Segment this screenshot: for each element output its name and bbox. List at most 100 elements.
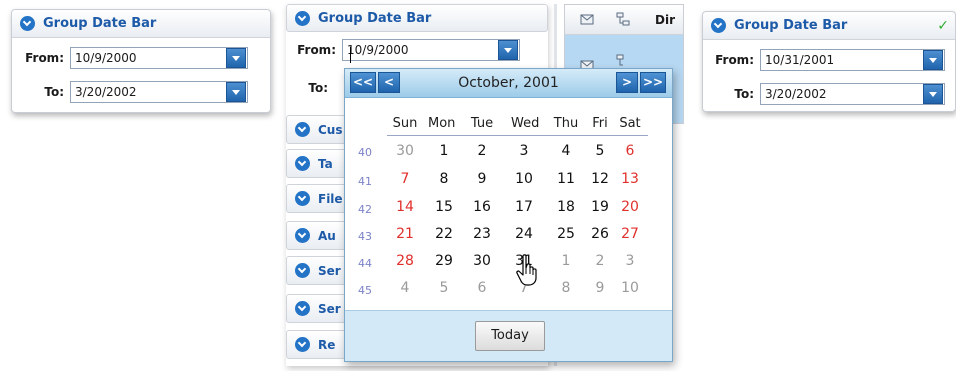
from-date-value[interactable]: 10/9/2000 [343, 43, 498, 57]
day-cell[interactable]: 6 [617, 143, 643, 159]
collapse-toggle-icon[interactable] [295, 122, 310, 137]
day-cell[interactable]: 9 [587, 280, 613, 296]
dow-header: Tue [470, 116, 494, 131]
to-label: To: [734, 87, 754, 101]
next-year-button[interactable]: >> [640, 72, 666, 93]
from-date-dropdown-button[interactable] [226, 48, 246, 68]
day-cell[interactable]: 13 [617, 171, 643, 187]
day-cell[interactable]: 4 [553, 143, 579, 159]
next-month-button[interactable]: > [616, 72, 638, 93]
collapse-toggle-icon[interactable] [20, 16, 35, 31]
today-button[interactable]: Today [475, 321, 545, 351]
day-cell[interactable]: 29 [431, 253, 457, 269]
day-cell[interactable]: 4 [392, 280, 418, 296]
from-date-dropdown-button[interactable] [498, 40, 518, 60]
text-caret [350, 47, 351, 63]
day-cell[interactable]: 11 [553, 171, 579, 187]
to-date-value[interactable]: 3/20/2002 [71, 85, 226, 99]
envelope-icon[interactable] [579, 11, 595, 27]
from-date-dropdown-button[interactable] [923, 50, 943, 70]
to-date-value[interactable]: 3/20/2002 [761, 87, 923, 101]
day-cell[interactable]: 2 [587, 253, 613, 269]
day-cell[interactable]: 10 [617, 280, 643, 296]
week-number: 44 [358, 257, 372, 270]
day-cell[interactable]: 30 [469, 253, 495, 269]
day-cell[interactable]: 14 [392, 199, 418, 215]
hand-pointer-cursor-icon [516, 254, 537, 286]
day-cell[interactable]: 23 [469, 226, 495, 242]
from-label: From: [25, 51, 64, 65]
to-date-input[interactable]: 3/20/2002 [70, 81, 248, 103]
dow-header: Sun [392, 116, 418, 131]
collapse-toggle-icon[interactable] [295, 337, 310, 352]
collapse-toggle-icon[interactable] [295, 228, 310, 243]
week-number: 43 [358, 230, 372, 243]
day-cell[interactable]: 22 [431, 226, 457, 242]
day-cell[interactable]: 8 [431, 171, 457, 187]
dow-header: Mon [428, 116, 456, 131]
panel-title: Group Date Bar [318, 10, 432, 26]
day-cell[interactable]: 19 [587, 199, 613, 215]
day-cell[interactable]: 5 [587, 143, 613, 159]
day-cell[interactable]: 1 [431, 143, 457, 159]
day-cell[interactable]: 18 [553, 199, 579, 215]
week-number: 41 [358, 175, 372, 188]
day-cell[interactable]: 30 [392, 143, 418, 159]
day-cell[interactable]: 16 [469, 199, 495, 215]
section-title: File [318, 191, 343, 206]
day-cell[interactable]: 21 [392, 226, 418, 242]
tree-view-icon[interactable] [615, 11, 631, 27]
to-label: To: [44, 85, 64, 99]
day-cell[interactable]: 7 [392, 171, 418, 187]
day-cell[interactable]: 15 [431, 199, 457, 215]
day-cell[interactable]: 3 [617, 253, 643, 269]
from-date-input[interactable]: 10/9/2000 [342, 39, 520, 61]
day-cell[interactable]: 1 [553, 253, 579, 269]
week-number: 42 [358, 203, 372, 216]
collapse-toggle-icon[interactable] [295, 191, 310, 206]
to-date-dropdown-button[interactable] [226, 82, 246, 102]
toolbar: Dir [565, 5, 683, 35]
collapse-toggle-icon[interactable] [295, 301, 310, 316]
section-title: Re [318, 337, 336, 352]
dow-header: Wed [511, 116, 540, 131]
from-date-value[interactable]: 10/9/2000 [71, 51, 226, 65]
day-cell[interactable]: 27 [617, 226, 643, 242]
day-cell[interactable]: 5 [431, 280, 457, 296]
day-cell[interactable]: 2 [469, 143, 495, 159]
day-cell[interactable]: 6 [469, 280, 495, 296]
collapse-toggle-icon[interactable] [295, 10, 310, 26]
group-date-bar-header[interactable]: Group Date Bar [286, 4, 548, 32]
group-date-bar-panel-3: Group Date Bar ✓ From: 10/31/2001 To: 3/… [702, 11, 956, 112]
from-label: From: [715, 53, 754, 67]
collapse-toggle-icon[interactable] [295, 156, 310, 171]
day-cell[interactable]: 8 [553, 280, 579, 296]
column-header-label[interactable]: Dir [655, 13, 675, 27]
collapse-toggle-icon[interactable] [711, 18, 726, 33]
week-number: 40 [358, 146, 372, 159]
section-title: Au [318, 228, 336, 243]
day-cell[interactable]: 3 [511, 143, 537, 159]
from-date-value[interactable]: 10/31/2001 [761, 53, 923, 67]
section-title: Cus [318, 122, 343, 137]
from-date-input[interactable]: 10/9/2000 [70, 47, 248, 69]
day-cell[interactable]: 28 [392, 253, 418, 269]
section-title: Ta [318, 156, 333, 171]
day-cell[interactable]: 10 [511, 171, 537, 187]
to-date-input[interactable]: 3/20/2002 [760, 83, 945, 105]
dow-header: Thu [553, 116, 579, 131]
dow-divider [387, 135, 648, 136]
day-cell[interactable]: 17 [511, 199, 537, 215]
panel-header[interactable]: Group Date Bar ✓ [703, 12, 955, 40]
from-date-input[interactable]: 10/31/2001 [760, 49, 945, 71]
day-cell[interactable]: 24 [511, 226, 537, 242]
collapse-toggle-icon[interactable] [295, 263, 310, 278]
day-cell[interactable]: 25 [553, 226, 579, 242]
day-cell[interactable]: 20 [617, 199, 643, 215]
panel-header[interactable]: Group Date Bar [12, 10, 270, 38]
day-cell[interactable]: 12 [587, 171, 613, 187]
day-cell[interactable]: 26 [587, 226, 613, 242]
to-date-dropdown-button[interactable] [923, 84, 943, 104]
day-cell[interactable]: 9 [469, 171, 495, 187]
calendar-header: << < October, 2001 > >> [345, 69, 672, 98]
